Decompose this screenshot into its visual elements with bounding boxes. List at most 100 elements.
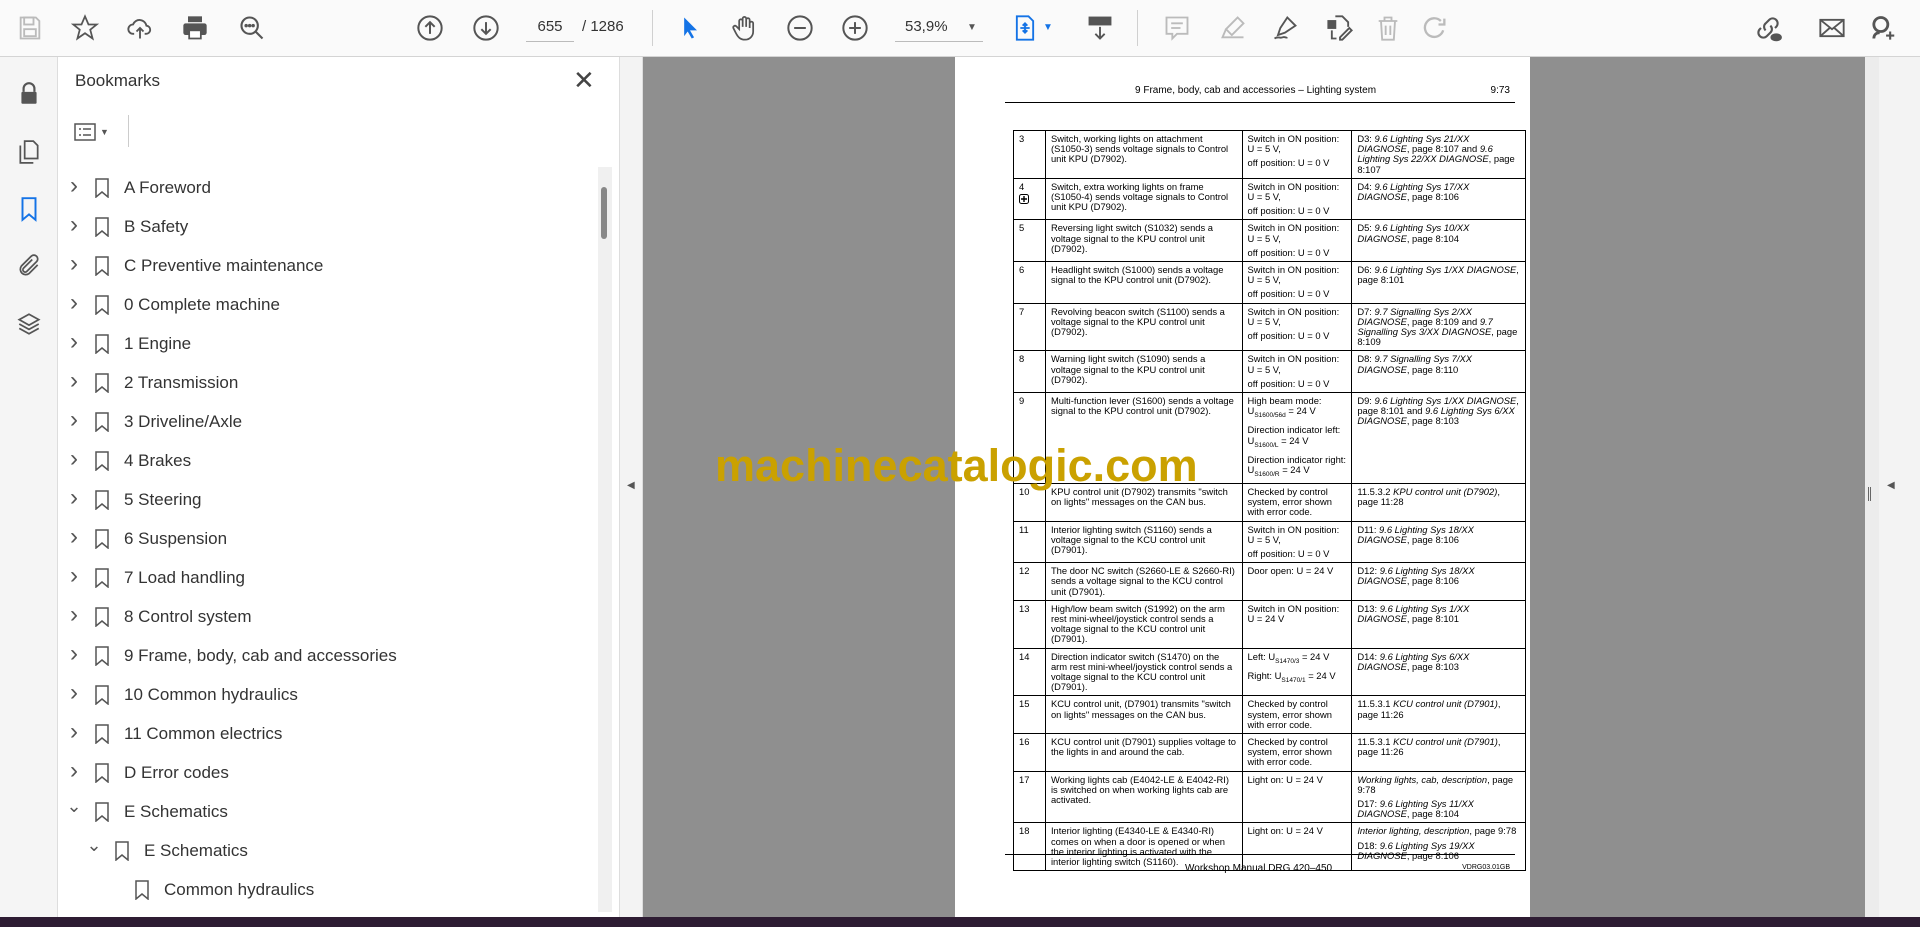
cell-text: Light on: U = 24 V	[1247, 773, 1323, 785]
bookmark-item[interactable]: › 6 Suspension	[58, 519, 588, 558]
reference-cell: D14: 9.6 Lighting Sys 6/XX DIAGNOSE, pag…	[1351, 647, 1526, 697]
chevron-right-icon[interactable]: ›	[64, 328, 84, 356]
highlight-icon[interactable]	[1217, 12, 1249, 44]
cell-paragraph: off position: U = 0 V	[1248, 206, 1347, 216]
layers-icon[interactable]	[13, 308, 45, 340]
chevron-right-icon[interactable]: ›	[64, 445, 84, 473]
description-text: Switch, extra working lights on frame (S…	[1050, 180, 1229, 213]
step-number-cell: 13	[1013, 599, 1046, 649]
attachments-icon[interactable]	[13, 250, 45, 282]
chevron-right-icon[interactable]: ›	[64, 562, 84, 590]
save-icon[interactable]	[14, 12, 46, 44]
chevron-down-icon[interactable]: ⌄	[64, 796, 84, 817]
cell-text: Switch in ON position: U = 5 V,	[1247, 305, 1340, 327]
rotate-icon[interactable]	[1419, 12, 1451, 44]
close-icon[interactable]: ✕	[573, 65, 595, 96]
step-number-cell: 16	[1013, 732, 1046, 772]
bookmark-item[interactable]: › 10 Common hydraulics	[58, 675, 588, 714]
page-number-input[interactable]: 655	[526, 14, 574, 42]
bookmark-item[interactable]: › 7 Load handling	[58, 558, 588, 597]
chevron-down-icon[interactable]: ⌄	[84, 835, 104, 856]
bookmark-item[interactable]: › 8 Control system	[58, 597, 588, 636]
chevron-right-icon[interactable]: ›	[64, 289, 84, 317]
chevron-right-icon[interactable]: ›	[64, 601, 84, 629]
chevron-right-icon[interactable]: ›	[64, 367, 84, 395]
reference-link-text: KCU control unit (D7901)	[1393, 735, 1498, 747]
step-number-cell: 5	[1013, 219, 1046, 263]
taskbar	[0, 917, 1920, 927]
chevron-right-icon[interactable]: ›	[64, 757, 84, 785]
bookmark-item[interactable]: › B Safety	[58, 207, 588, 246]
star-icon[interactable]	[69, 12, 101, 44]
bookmark-item[interactable]: › D Error codes	[58, 753, 588, 792]
bookmark-item[interactable]: › 11 Common electrics	[58, 714, 588, 753]
bookmark-item[interactable]: Common hydraulics	[58, 870, 588, 909]
select-pointer-icon[interactable]	[674, 12, 706, 44]
panel-splitter[interactable]: ◀	[620, 57, 643, 917]
value-cell: Checked by control system, error shown w…	[1241, 482, 1353, 522]
chevron-right-icon[interactable]: ›	[64, 640, 84, 668]
bookmark-item[interactable]: › 0 Complete machine	[58, 285, 588, 324]
hand-tool-icon[interactable]	[729, 12, 761, 44]
bookmark-item[interactable]: › 5 Steering	[58, 480, 588, 519]
cell-paragraph: D12: 9.6 Lighting Sys 18/XX DIAGNOSE, pa…	[1357, 565, 1520, 586]
add-user-icon[interactable]	[1866, 12, 1898, 44]
comment-icon[interactable]	[1161, 12, 1193, 44]
header-title: 9 Frame, body, cab and accessories – Lig…	[1135, 85, 1377, 96]
fit-page-icon[interactable]	[1009, 12, 1041, 44]
chevron-right-icon[interactable]: ›	[64, 523, 84, 551]
chevron-down-icon[interactable]: ▼	[967, 22, 977, 33]
share-link-icon[interactable]	[1752, 12, 1784, 44]
bookmark-item[interactable]: › 9 Frame, body, cab and accessories	[58, 636, 588, 675]
bookmark-icon	[94, 177, 110, 199]
chevron-right-icon[interactable]: ›	[64, 718, 84, 746]
sign-icon[interactable]	[1269, 12, 1301, 44]
chevron-down-icon[interactable]: ▼	[1043, 22, 1053, 33]
collapse-left-icon[interactable]: ◀	[627, 480, 635, 491]
scroll-grip[interactable]	[1868, 487, 1871, 501]
trash-icon[interactable]	[1372, 12, 1404, 44]
scrollbar-thumb[interactable]	[601, 187, 607, 239]
mail-icon[interactable]	[1816, 12, 1848, 44]
divider	[1137, 10, 1138, 46]
step-number: 6	[1019, 264, 1025, 276]
bookmark-item[interactable]: › C Preventive maintenance	[58, 246, 588, 285]
bookmark-item[interactable]: ⌄ E Schematics	[58, 792, 588, 831]
chevron-right-icon[interactable]: ›	[64, 211, 84, 239]
search-icon[interactable]	[236, 12, 268, 44]
next-page-button[interactable]	[470, 12, 502, 44]
zoom-in-button[interactable]	[839, 12, 871, 44]
lock-icon[interactable]	[13, 78, 45, 110]
bookmark-item[interactable]: › 4 Brakes	[58, 441, 588, 480]
panel-scrollbar[interactable]	[598, 167, 612, 912]
chevron-right-icon[interactable]: ›	[64, 679, 84, 707]
chevron-right-icon[interactable]: ›	[64, 250, 84, 278]
zoom-out-button[interactable]	[784, 12, 816, 44]
cell-text: S1470/3	[1275, 657, 1300, 665]
bookmark-item[interactable]: › 2 Transmission	[58, 363, 588, 402]
bookmark-item[interactable]: ⌄ E Schematics	[58, 831, 588, 870]
bookmark-options-button[interactable]: ▼	[74, 117, 114, 147]
previous-page-button[interactable]	[414, 12, 446, 44]
chevron-right-icon[interactable]: ›	[64, 172, 84, 200]
edit-pdf-icon[interactable]	[1324, 12, 1356, 44]
print-icon[interactable]	[179, 12, 211, 44]
bookmark-label: 5 Steering	[124, 489, 202, 509]
bookmark-item[interactable]: › 3 Driveline/Axle	[58, 402, 588, 441]
chevron-right-icon[interactable]: ›	[64, 406, 84, 434]
chevron-right-icon[interactable]: ›	[64, 484, 84, 512]
reference-cell: D6: 9.6 Lighting Sys 1/XX DIAGNOSE, page…	[1351, 261, 1526, 304]
bookmark-item[interactable]: › 1 Engine	[58, 324, 588, 363]
step-number: 7	[1019, 305, 1025, 317]
pdf-page: 9 Frame, body, cab and accessories – Lig…	[955, 57, 1530, 917]
page-thumbnails-icon[interactable]	[13, 136, 45, 168]
expand-right-panel-icon[interactable]: ◀	[1887, 480, 1895, 491]
value-cell: Checked by control system, error shown w…	[1241, 732, 1353, 772]
cloud-upload-icon[interactable]	[124, 12, 156, 44]
cell-paragraph: Light on: U = 24 V	[1248, 826, 1347, 836]
bookmark-panel-icon[interactable]	[13, 193, 45, 225]
bookmark-item[interactable]: › A Foreword	[58, 168, 588, 207]
cell-paragraph: D4: 9.6 Lighting Sys 17/XX DIAGNOSE, pag…	[1357, 181, 1520, 202]
cell-text: = 24 V	[1278, 434, 1309, 446]
scroll-mode-icon[interactable]	[1084, 12, 1116, 44]
